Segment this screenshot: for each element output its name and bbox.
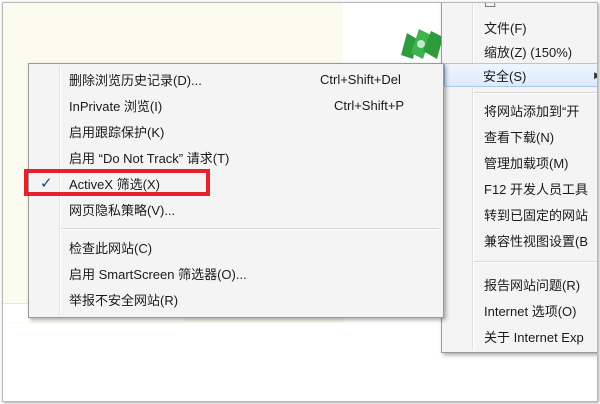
menu-item-label: 转到已固定的网站 xyxy=(484,207,589,223)
menu-item-smartscreen[interactable]: 启用 SmartScreen 筛选器(O)... xyxy=(31,261,441,285)
menu-item-label: Internet 选项(O) xyxy=(484,303,577,319)
menu-item-label: 关于 Internet Exp xyxy=(484,329,584,345)
menu-separator xyxy=(61,228,439,230)
menu-item-internet-options[interactable]: Internet 选项(O) xyxy=(444,298,597,322)
menu-item-view-downloads[interactable]: 查看下载(N) xyxy=(444,124,597,148)
menu-item-pinned-sites[interactable]: 转到已固定的网站 xyxy=(444,202,597,226)
menu-item-privacy-policy[interactable]: 网页隐私策略(V)... xyxy=(31,197,441,221)
menu-item-about-ie[interactable]: 关于 Internet Exp xyxy=(444,324,597,348)
menu-item-report-problem[interactable]: 报告网站问题(R) xyxy=(444,272,597,296)
menu-item-label: 删除浏览历史记录(D)... xyxy=(69,72,202,88)
shortcut-label: Ctrl+Shift+P xyxy=(334,97,405,113)
menu-item-label: 检查此网站(C) xyxy=(69,240,153,256)
menu-item-label: 举报不安全网站(R) xyxy=(69,292,179,308)
screenshot-frame: ▭ 文件(F) 缩放(Z) (150%) 安全(S) ▶ 将网站添加到“开 查看… xyxy=(2,2,598,402)
menu-item-label: 管理加载项(M) xyxy=(484,155,569,171)
shortcut-label: Ctrl+Shift+Del xyxy=(320,71,401,87)
menu-item-report-unsafe[interactable]: 举报不安全网站(R) xyxy=(31,287,441,311)
menu-item-label: 查看下载(N) xyxy=(484,129,555,145)
menu-item-label: 缩放(Z) (150%) xyxy=(484,44,573,60)
menu-item-label: 报告网站问题(R) xyxy=(484,277,581,293)
menu-item-label: 安全(S) xyxy=(483,68,527,84)
menu-item-do-not-track[interactable]: 启用 “Do Not Track” 请求(T) xyxy=(31,145,441,169)
menu-item-tracking-protection[interactable]: 启用跟踪保护(K) xyxy=(31,119,441,143)
menu-item-label: InPrivate 浏览(I) xyxy=(69,98,163,114)
menu-item-print[interactable]: ▭ xyxy=(444,3,597,16)
menu-item-label: 启用 SmartScreen 筛选器(O)... xyxy=(69,266,247,282)
menu-item-compat-view[interactable]: 兼容性视图设置(B xyxy=(444,228,597,252)
menu-item-label: 网页隐私策略(V)... xyxy=(69,202,176,218)
menu-separator xyxy=(474,92,597,94)
website-logo-icon xyxy=(401,29,443,59)
menu-item-inprivate[interactable]: InPrivate 浏览(I) Ctrl+Shift+P xyxy=(31,93,441,117)
menu-item-label: 启用 “Do Not Track” 请求(T) xyxy=(69,150,230,166)
menu-item-zoom[interactable]: 缩放(Z) (150%) xyxy=(444,39,597,63)
menu-item-label: F12 开发人员工具 xyxy=(484,181,589,197)
menu-item-file[interactable]: 文件(F) xyxy=(444,15,597,39)
menu-item-manage-addons[interactable]: 管理加载项(M) xyxy=(444,150,597,174)
menu-item-safety[interactable]: 安全(S) ▶ xyxy=(444,63,597,87)
submenu-arrow-icon: ▶ xyxy=(594,70,597,81)
menu-item-check-website[interactable]: 检查此网站(C) xyxy=(31,235,441,259)
tools-menu: ▭ 文件(F) 缩放(Z) (150%) 安全(S) ▶ 将网站添加到“开 查看… xyxy=(441,3,597,353)
menu-separator xyxy=(474,261,597,263)
menu-item-dev-tools[interactable]: F12 开发人员工具 xyxy=(444,176,597,200)
menu-item-label: 将网站添加到“开 xyxy=(484,103,580,119)
highlight-box xyxy=(24,169,210,196)
menu-item-label: 启用跟踪保护(K) xyxy=(69,124,165,140)
menu-item-add-site[interactable]: 将网站添加到“开 xyxy=(444,98,597,122)
menu-item-delete-history[interactable]: 删除浏览历史记录(D)... Ctrl+Shift+Del xyxy=(31,67,441,91)
menu-item-label: 文件(F) xyxy=(484,20,527,36)
menu-item-label: 兼容性视图设置(B xyxy=(484,233,589,249)
